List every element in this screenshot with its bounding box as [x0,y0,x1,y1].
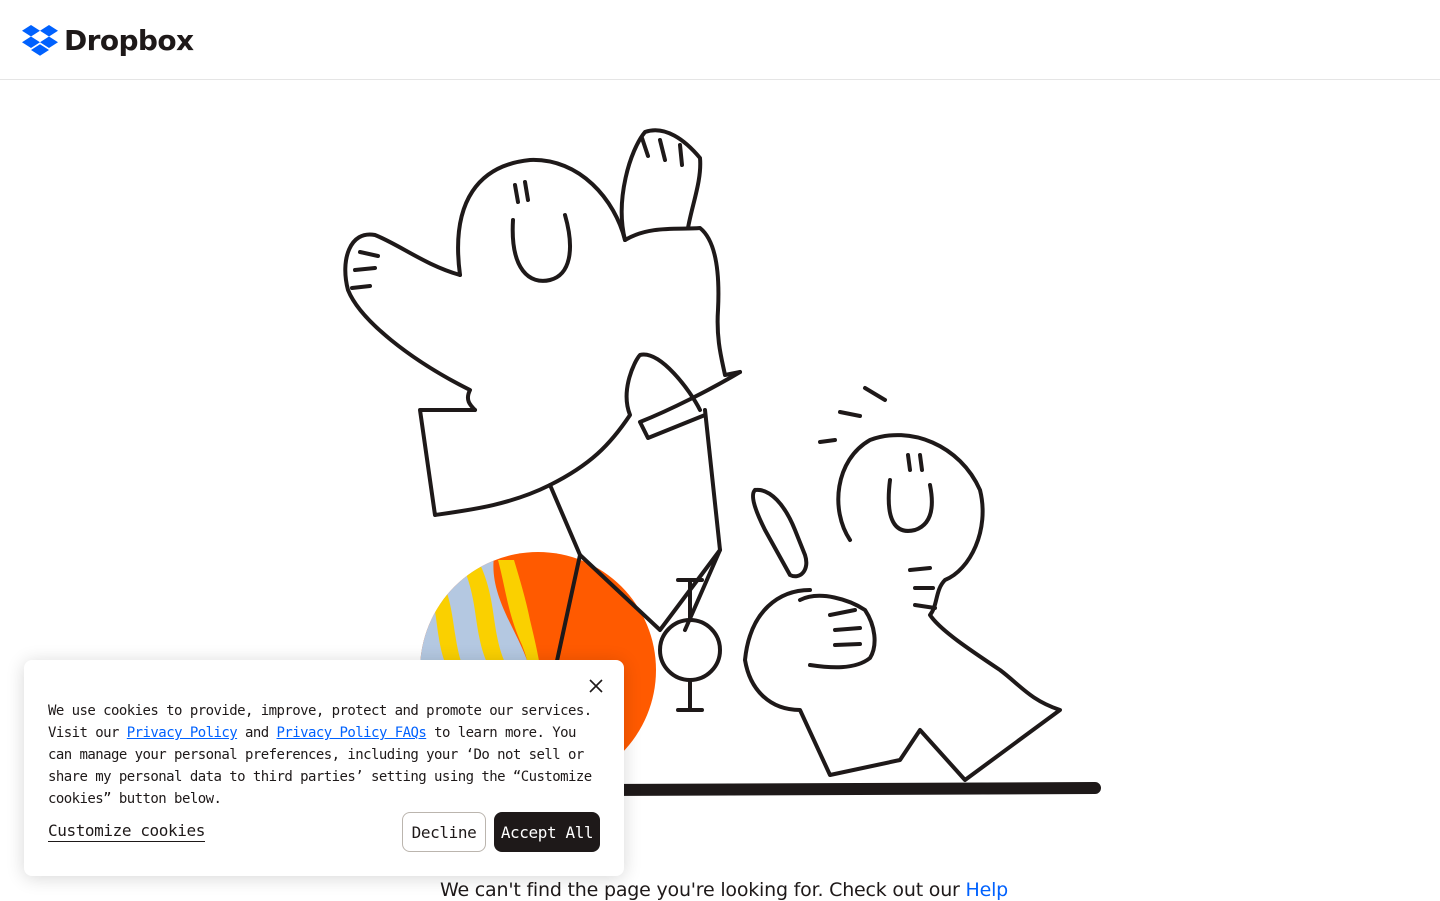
dropbox-logo-icon [22,25,58,56]
decline-button[interactable]: Decline [402,812,486,852]
help-link[interactable]: Help [966,879,1009,901]
dropbox-logo-link[interactable]: Dropbox [22,24,194,57]
logo-wordmark: Dropbox [64,24,194,57]
privacy-policy-link[interactable]: Privacy Policy [127,725,238,741]
top-header: Dropbox [0,0,1440,80]
customize-cookies-link[interactable]: Customize cookies [48,821,205,842]
not-found-message: We can't find the page you're looking fo… [440,879,1240,901]
not-found-text: We can't find the page you're looking fo… [440,879,966,901]
close-icon [589,679,603,693]
privacy-policy-faqs-link[interactable]: Privacy Policy FAQs [277,725,427,741]
cookie-text-and: and [237,725,277,741]
cookie-description: We use cookies to provide, improve, prot… [48,700,593,810]
cookie-close-button[interactable] [584,674,608,698]
accept-all-button[interactable]: Accept All [494,812,600,852]
cookie-banner: We use cookies to provide, improve, prot… [24,660,624,876]
